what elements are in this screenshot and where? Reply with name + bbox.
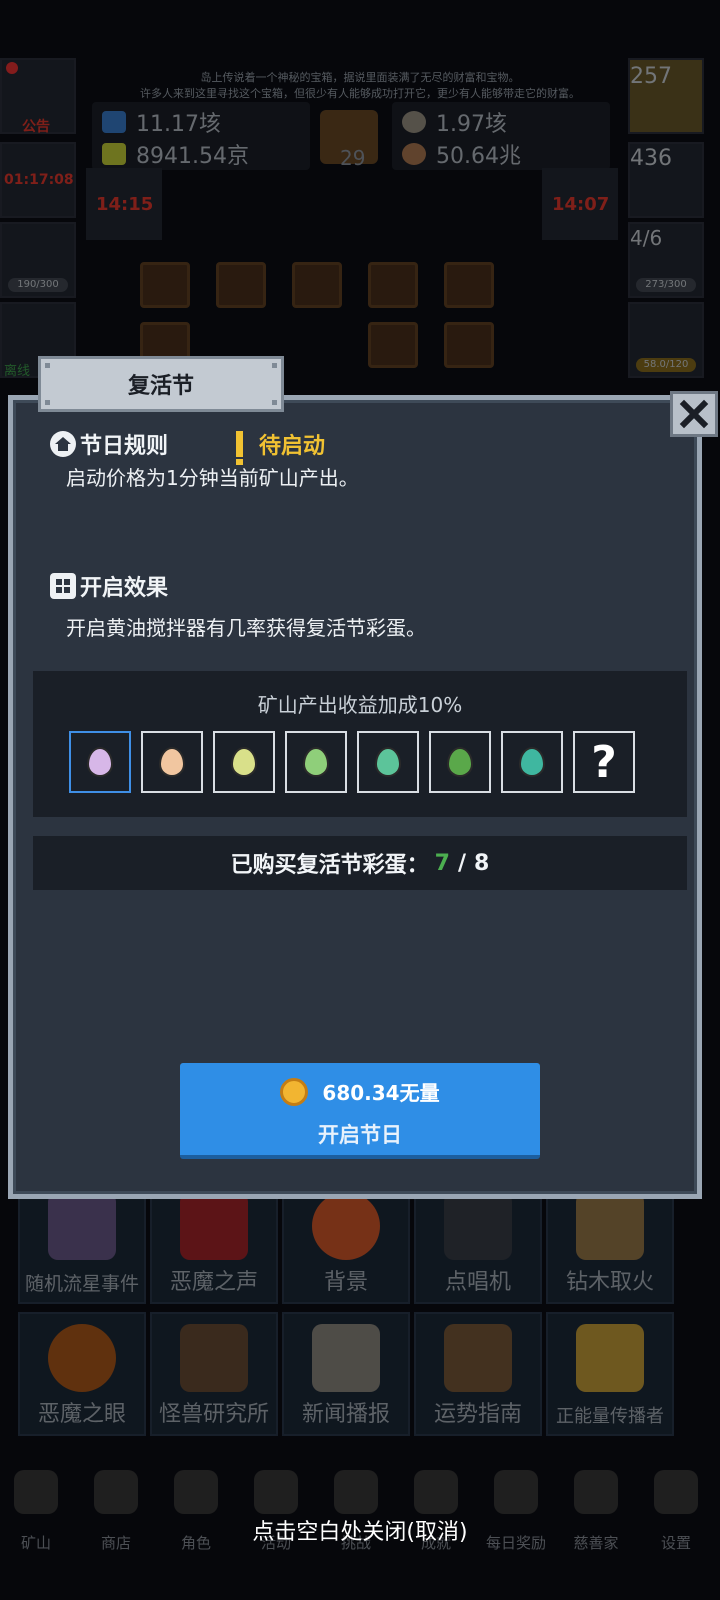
price-text: 680.34无量 (322, 1081, 440, 1105)
question-mark-icon: ? (591, 736, 617, 788)
rivet (45, 363, 50, 368)
easter-egg-icon (447, 747, 473, 777)
coin-icon (280, 1077, 309, 1106)
event-status: 待启动 (236, 428, 326, 465)
rules-title: 节日规则 (80, 434, 169, 459)
rules-description: 启动价格为1分钟当前矿山产出。 (66, 466, 359, 490)
rules-heading: 节日规则 (50, 428, 168, 460)
egg-slot[interactable] (213, 731, 275, 793)
grid-icon (50, 573, 76, 599)
status-text: 待启动 (259, 434, 326, 459)
close-button[interactable] (670, 391, 718, 437)
bought-counter: 已购买复活节彩蛋： 7 / 8 (33, 836, 687, 890)
dialog-tab: 复活节 (38, 356, 284, 412)
rivet (45, 400, 50, 405)
egg-slot[interactable] (285, 731, 347, 793)
bought-current: 7 (434, 850, 450, 876)
dialog-title: 复活节 (127, 374, 194, 399)
egg-slot[interactable] (357, 731, 419, 793)
easter-egg-icon (231, 747, 257, 777)
egg-slot[interactable] (429, 731, 491, 793)
warning-icon (236, 431, 243, 465)
start-festival-button[interactable]: 680.34无量 开启节日 (180, 1063, 540, 1159)
egg-slot[interactable] (69, 731, 131, 793)
easter-egg-icon (375, 747, 401, 777)
egg-slot[interactable] (141, 731, 203, 793)
rivet (272, 363, 277, 368)
effect-description: 开启黄油搅拌器有几率获得复活节彩蛋。 (66, 616, 426, 640)
close-icon (679, 399, 709, 429)
home-icon (50, 431, 76, 457)
start-label: 开启节日 (318, 1123, 402, 1147)
egg-slot-unknown[interactable]: ? (573, 731, 635, 793)
egg-collection-panel: 矿山产出收益加成10% ? (33, 671, 687, 817)
close-hint: 点击空白处关闭(取消) (252, 1520, 468, 1545)
bought-total: 8 (474, 850, 490, 876)
egg-slot[interactable] (501, 731, 563, 793)
bonus-text: 矿山产出收益加成10% (257, 693, 463, 717)
easter-egg-icon (303, 747, 329, 777)
bought-separator: / (457, 850, 467, 876)
effect-title: 开启效果 (80, 576, 169, 601)
price-row: 680.34无量 (180, 1077, 540, 1106)
rivet (272, 400, 277, 405)
bought-label: 已购买复活节彩蛋： (230, 853, 429, 878)
easter-egg-icon (519, 747, 545, 777)
easter-egg-icon (159, 747, 185, 777)
effect-heading: 开启效果 (50, 570, 168, 602)
easter-egg-icon (87, 747, 113, 777)
